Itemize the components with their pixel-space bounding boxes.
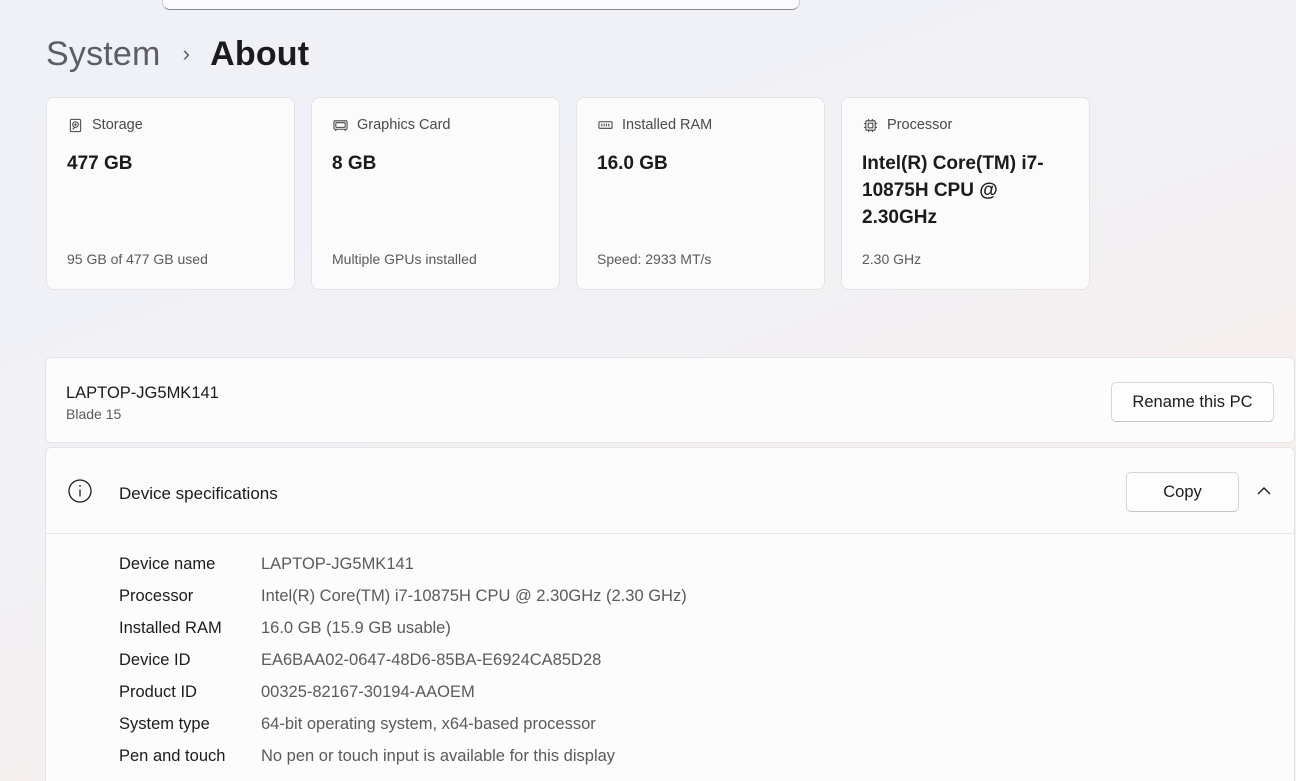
info-icon (68, 479, 92, 503)
processor-icon (862, 117, 879, 134)
spec-value: LAPTOP-JG5MK141 (261, 554, 414, 573)
spec-value: EA6BAA02-0647-48D6-85BA-E6924CA85D28 (261, 650, 602, 669)
device-specifications-header[interactable]: Device specifications Copy (46, 448, 1294, 534)
card-value: Intel(R) Core(TM) i7-10875H CPU @ 2.30GH… (862, 153, 1044, 228)
spec-row-product-id: Product ID 00325-82167-30194-AAOEM (119, 676, 687, 708)
card-value: 16.0 GB (597, 153, 668, 174)
spec-row-processor: Processor Intel(R) Core(TM) i7-10875H CP… (119, 580, 687, 612)
breadcrumb: System › About (46, 30, 309, 78)
spec-row-pen-and-touch: Pen and touch No pen or touch input is a… (119, 740, 687, 772)
spec-value: No pen or touch input is available for t… (261, 746, 616, 765)
spec-key: System type (119, 714, 210, 733)
spec-list: Device name LAPTOP-JG5MK141 Processor In… (119, 548, 687, 772)
device-specifications-title: Device specifications (119, 484, 278, 503)
spec-row-installed-ram: Installed RAM 16.0 GB (15.9 GB usable) (119, 612, 687, 644)
card-label: Storage (92, 117, 143, 133)
chevron-up-icon[interactable] (1255, 482, 1273, 500)
pc-model: Blade 15 (66, 406, 122, 422)
spec-value: 16.0 GB (15.9 GB usable) (261, 618, 451, 637)
breadcrumb-separator-icon: › (182, 41, 191, 66)
storage-card[interactable]: Storage 477 GB 95 GB of 477 GB used (46, 97, 295, 290)
pc-name-section: LAPTOP-JG5MK141 Blade 15 Rename this PC (45, 357, 1295, 443)
storage-icon (67, 117, 84, 134)
spec-key: Product ID (119, 682, 197, 701)
ram-icon (597, 117, 614, 134)
device-specifications-panel: Device specifications Copy Device name L… (45, 447, 1295, 781)
spec-key: Pen and touch (119, 746, 226, 765)
rename-pc-button[interactable]: Rename this PC (1111, 382, 1274, 422)
graphics-card-icon (332, 117, 349, 134)
spec-key: Installed RAM (119, 618, 222, 637)
pc-name: LAPTOP-JG5MK141 (66, 384, 219, 402)
spec-value: 00325-82167-30194-AAOEM (261, 682, 475, 701)
spec-row-system-type: System type 64-bit operating system, x64… (119, 708, 687, 740)
search-box[interactable] (162, 0, 800, 10)
spec-value: 64-bit operating system, x64-based proce… (261, 714, 596, 733)
ram-card[interactable]: Installed RAM 16.0 GB Speed: 2933 MT/s (576, 97, 825, 290)
copy-button[interactable]: Copy (1126, 472, 1239, 512)
card-subtext: Speed: 2933 MT/s (597, 251, 712, 267)
spec-key: Device ID (119, 650, 191, 669)
card-label: Graphics Card (357, 117, 451, 133)
processor-card[interactable]: Processor Intel(R) Core(TM) i7-10875H CP… (841, 97, 1090, 290)
breadcrumb-system[interactable]: System (46, 35, 161, 74)
card-subtext: 2.30 GHz (862, 251, 922, 267)
spec-key: Device name (119, 554, 216, 573)
page-title: About (210, 34, 310, 73)
spec-key: Processor (119, 586, 194, 605)
spec-value: Intel(R) Core(TM) i7-10875H CPU @ 2.30GH… (261, 586, 687, 605)
card-value: 477 GB (67, 153, 133, 174)
card-value: 8 GB (332, 153, 377, 174)
card-subtext: 95 GB of 477 GB used (67, 251, 208, 267)
graphics-card-card[interactable]: Graphics Card 8 GB Multiple GPUs install… (311, 97, 560, 290)
spec-row-device-id: Device ID EA6BAA02-0647-48D6-85BA-E6924C… (119, 644, 687, 676)
card-label: Processor (887, 117, 953, 133)
spec-row-device-name: Device name LAPTOP-JG5MK141 (119, 548, 687, 580)
card-label: Installed RAM (622, 117, 713, 133)
card-subtext: Multiple GPUs installed (332, 251, 477, 267)
